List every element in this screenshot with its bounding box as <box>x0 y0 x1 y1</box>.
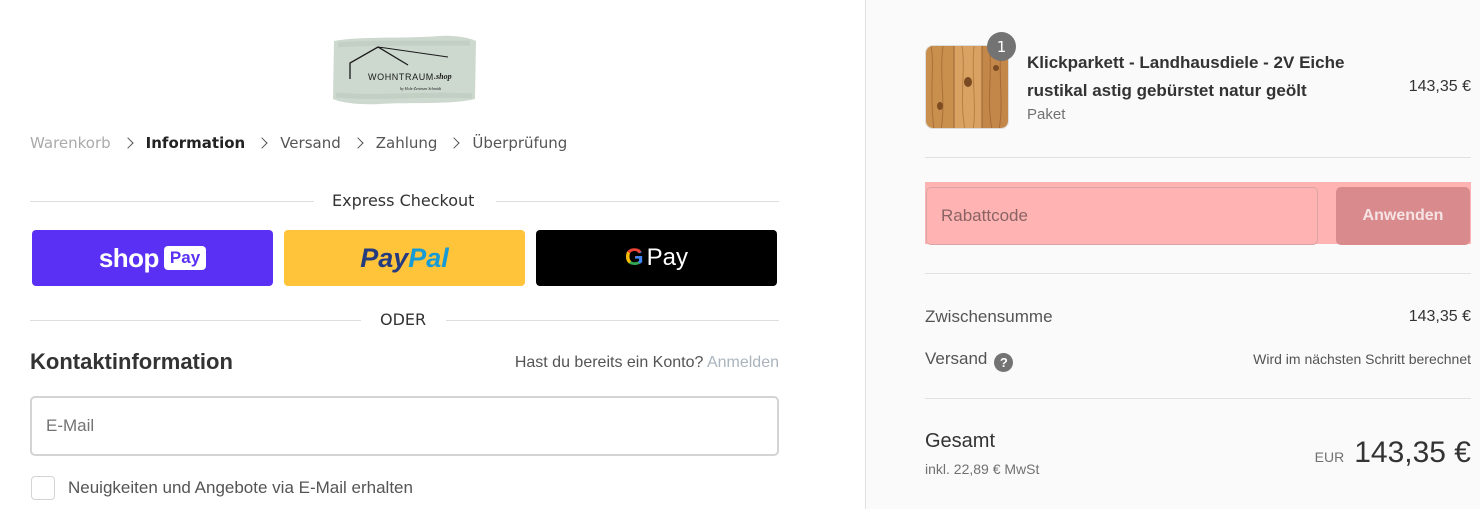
product-price: 143,35 € <box>1408 78 1471 95</box>
chevron-right-icon <box>256 137 268 149</box>
divider <box>30 320 361 321</box>
product-name: Klickparkett - Landhausdiele - 2V Eiche … <box>1027 53 1345 100</box>
logo-tagline: by Holz-Zentrum Schmidt <box>400 86 442 91</box>
breadcrumb-information: Information <box>145 134 246 152</box>
subtotal-label: Zwischensumme <box>925 307 1053 326</box>
currency-code: EUR <box>1314 449 1345 465</box>
logo-wordmark: WOHNTRAUM <box>368 72 434 82</box>
divider <box>925 398 1471 399</box>
divider <box>30 201 314 202</box>
product-variant: Paket <box>1027 106 1066 123</box>
order-summary: 1 Klickparkett - Landhausdiele - 2V Eich… <box>865 0 1480 509</box>
total-amount: EUR 143,35 € <box>1315 436 1471 470</box>
breadcrumb-ueberpruefung: Überprüfung <box>472 134 568 152</box>
apply-discount-button[interactable]: Anwenden <box>1336 187 1470 245</box>
or-divider: ODER <box>30 310 779 332</box>
shipping-label: Versand <box>925 349 988 368</box>
breadcrumb: Warenkorb Information Versand Zahlung Üb… <box>30 134 567 152</box>
login-link[interactable]: Anmelden <box>707 354 779 371</box>
help-question-icon[interactable]: ? <box>994 353 1014 372</box>
paypal-button[interactable]: Pay Pal <box>284 230 525 286</box>
express-checkout-header: Express Checkout <box>30 191 779 213</box>
account-question: Hast du bereits ein Konto? <box>514 354 704 371</box>
subtotal-value: 143,35 € <box>1408 308 1471 325</box>
newsletter-option[interactable]: Neuigkeiten und Angebote via E-Mail erha… <box>31 476 413 500</box>
logo-suffix: .shop <box>434 72 452 81</box>
google-pay-button[interactable]: G Pay <box>536 230 777 286</box>
total-label: Gesamt <box>925 430 996 452</box>
store-logo[interactable]: WOHNTRAUM .shop by Holz-Zentrum Schmidt <box>330 33 478 107</box>
chevron-right-icon <box>121 137 134 149</box>
divider <box>925 273 1471 274</box>
discount-code-input[interactable] <box>926 187 1318 245</box>
shop-pay-button[interactable]: shop Pay <box>32 230 273 286</box>
divider <box>925 157 1471 158</box>
google-pay-wordmark: Pay <box>646 244 689 271</box>
express-checkout-title: Express Checkout <box>332 191 475 210</box>
breadcrumb-zahlung: Zahlung <box>375 134 438 152</box>
paypal-wordmark-pal: Pal <box>408 242 449 273</box>
total-value: 143,35 € <box>1354 436 1471 469</box>
account-prompt: Hast du bereits ein Konto? Anmelden <box>515 354 779 372</box>
shipping-value: Wird im nächsten Schritt berechnet <box>1253 351 1471 367</box>
shop-pay-wordmark: shop <box>98 242 160 273</box>
shipping-row: Versand? <box>925 349 1014 372</box>
divider <box>496 201 779 202</box>
checkout-main: WOHNTRAUM .shop by Holz-Zentrum Schmidt … <box>0 0 865 509</box>
breadcrumb-versand: Versand <box>280 134 341 152</box>
tax-note: inkl. 22,89 € MwSt <box>925 461 1040 477</box>
breadcrumb-warenkorb[interactable]: Warenkorb <box>30 134 111 152</box>
email-input[interactable] <box>30 396 779 456</box>
paypal-wordmark-pay: Pay <box>360 242 409 273</box>
newsletter-checkbox[interactable] <box>31 476 55 500</box>
or-label: ODER <box>380 310 427 329</box>
contact-section-title: Kontaktinformation <box>30 349 233 374</box>
divider <box>446 320 779 321</box>
chevron-right-icon <box>448 137 461 149</box>
google-g-icon: G <box>624 244 644 271</box>
newsletter-label: Neuigkeiten und Angebote via E-Mail erha… <box>68 478 413 497</box>
chevron-right-icon <box>352 137 364 149</box>
shop-pay-badge: Pay <box>163 246 207 270</box>
quantity-badge: 1 <box>987 32 1016 61</box>
